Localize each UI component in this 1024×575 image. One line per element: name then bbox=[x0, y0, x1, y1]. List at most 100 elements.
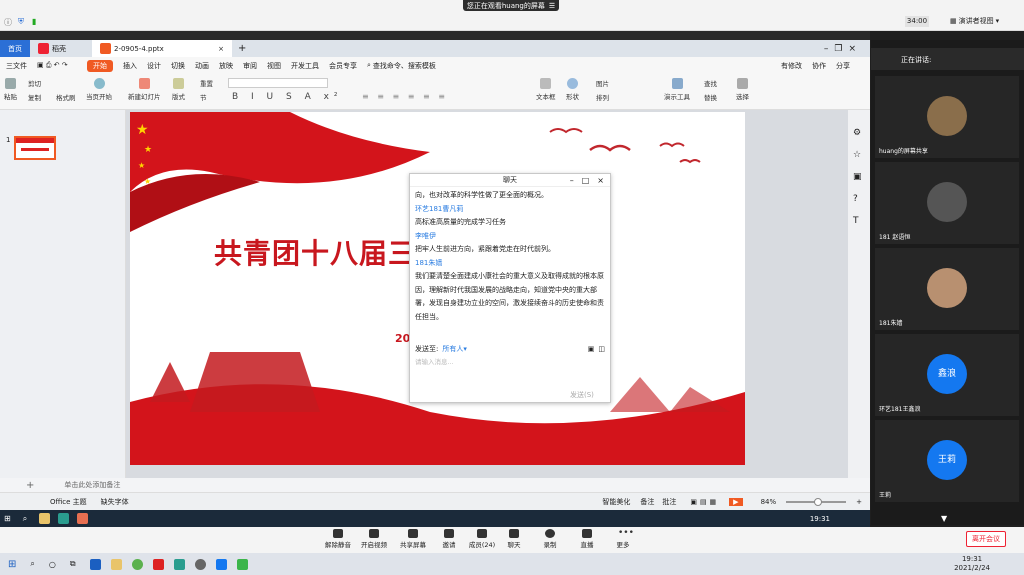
image-icon[interactable]: ▣ bbox=[853, 172, 862, 182]
maximize-icon[interactable]: □ bbox=[582, 174, 590, 187]
theme-label[interactable]: Office 主题 bbox=[50, 497, 87, 507]
pdf-icon[interactable] bbox=[152, 558, 164, 570]
start-video-button[interactable]: 开启视频 bbox=[357, 529, 391, 549]
invite-button[interactable]: 邀请 bbox=[432, 529, 466, 549]
settings-icon[interactable]: ⚙ bbox=[853, 128, 861, 138]
windows-icon[interactable]: ⊞ bbox=[8, 559, 16, 570]
image-icon[interactable]: ▣ bbox=[588, 345, 595, 353]
participant-tile[interactable]: 181 赵语恒 bbox=[875, 162, 1019, 244]
has-changes[interactable]: 有修改 bbox=[781, 61, 802, 71]
signal-icon[interactable]: ▮ bbox=[32, 17, 36, 26]
info-icon[interactable]: ⓘ bbox=[4, 17, 12, 28]
textbox-button[interactable]: 文本框 bbox=[536, 78, 556, 101]
participant-tile[interactable]: 鑫浪 环艺181王鑫浪 bbox=[875, 334, 1019, 416]
presenter-tools-button[interactable]: 演示工具 bbox=[664, 78, 690, 101]
layout-button[interactable]: 版式 bbox=[172, 78, 185, 101]
shape-button[interactable]: 形状 bbox=[566, 78, 579, 101]
font-select[interactable] bbox=[228, 78, 328, 88]
more-button[interactable]: ••• 更多 bbox=[606, 529, 640, 550]
menu-design[interactable]: 设计 bbox=[147, 61, 161, 71]
minimize-icon[interactable]: – bbox=[570, 174, 574, 187]
chat-header[interactable]: 聊天 – □ × bbox=[410, 174, 610, 187]
tab-document[interactable]: 2-0905-4.pptx × bbox=[92, 40, 232, 57]
task-view-icon[interactable]: ⧉ bbox=[70, 559, 76, 569]
share-button[interactable]: 分享 bbox=[836, 61, 850, 71]
participant-tile[interactable]: huang的屏幕共享 bbox=[875, 76, 1019, 158]
menu-dev[interactable]: 开发工具 bbox=[291, 61, 319, 71]
browser-icon[interactable] bbox=[131, 558, 143, 570]
view-buttons[interactable]: ▣▤▦ bbox=[690, 498, 719, 506]
close-icon[interactable]: × bbox=[597, 174, 604, 187]
arrange-button[interactable]: 排列 bbox=[596, 92, 609, 102]
browser-icon[interactable] bbox=[58, 513, 70, 524]
folder-icon[interactable] bbox=[110, 558, 122, 570]
paragraph-buttons[interactable]: ≡ ≡ ≡ ≡ ≡ ≡ bbox=[362, 92, 448, 101]
zoom-handle[interactable] bbox=[814, 497, 823, 506]
search-icon[interactable]: ⌕ bbox=[30, 559, 34, 569]
wechat-icon[interactable] bbox=[236, 558, 248, 570]
tab-daoke[interactable]: 稻壳 bbox=[30, 40, 92, 57]
reset-button[interactable]: 重置 bbox=[200, 78, 213, 88]
record-button[interactable]: 录制 bbox=[533, 529, 567, 549]
paste-button[interactable]: 粘贴 bbox=[4, 78, 17, 101]
menu-view[interactable]: 视图 bbox=[267, 61, 281, 71]
participant-tile[interactable]: 王莉 王莉 bbox=[875, 420, 1019, 502]
play-button[interactable]: ▶ bbox=[729, 497, 743, 506]
add-slide-icon[interactable]: + bbox=[26, 480, 34, 491]
new-tab-icon[interactable]: + bbox=[238, 43, 246, 54]
window-controls[interactable]: –❐× bbox=[824, 44, 862, 54]
chat-window-controls[interactable]: – □ × bbox=[570, 174, 604, 187]
menu-slideshow[interactable]: 放映 bbox=[219, 61, 233, 71]
participant-tile[interactable]: 181朱嫱 bbox=[875, 248, 1019, 330]
members-button[interactable]: 成员(24) bbox=[465, 529, 499, 549]
windows-icon[interactable]: ⊞ bbox=[4, 514, 11, 523]
comment-toggle[interactable]: 批注 bbox=[662, 497, 676, 507]
unmute-button[interactable]: 解除静音 bbox=[321, 529, 355, 549]
live-button[interactable]: 直播 bbox=[570, 529, 604, 549]
quick-access[interactable]: ▣ ⎙ ↶ ↷ bbox=[37, 61, 77, 70]
menu-start[interactable]: 开始 bbox=[87, 59, 113, 72]
start-from-current-button[interactable]: 当页开始 bbox=[86, 78, 112, 101]
smart-beautify-button[interactable]: 智能美化 bbox=[602, 497, 630, 507]
section-button[interactable]: 节 bbox=[200, 92, 207, 102]
copy-button[interactable]: 复制 bbox=[28, 92, 41, 102]
send-button[interactable]: 发送(S) bbox=[570, 390, 594, 400]
collab-button[interactable]: 协作 bbox=[812, 61, 826, 71]
chat-window[interactable]: 聊天 – □ × 向，也对改革的科学性做了更全面的概况。 环艺181曹凡莉 高标准高质… bbox=[409, 173, 611, 403]
chat-button[interactable]: 聊天 bbox=[497, 529, 531, 549]
close-icon[interactable]: × bbox=[218, 45, 224, 53]
menu-member[interactable]: 会员专享 bbox=[329, 61, 357, 71]
scroll-down-icon[interactable]: ▼ bbox=[941, 514, 947, 523]
file-icon[interactable]: ◫ bbox=[598, 345, 605, 353]
zoom-slider[interactable] bbox=[786, 497, 847, 506]
select-button[interactable]: 选择 bbox=[736, 78, 749, 101]
replace-button[interactable]: 替换 bbox=[704, 92, 717, 102]
search-icon[interactable]: ⌕ bbox=[23, 514, 27, 524]
zoom-in-icon[interactable]: + bbox=[856, 498, 862, 506]
menu-review[interactable]: 审阅 bbox=[243, 61, 257, 71]
missing-font-label[interactable]: 缺失字体 bbox=[101, 497, 129, 507]
tab-home[interactable]: 首页 bbox=[0, 40, 30, 57]
cut-button[interactable]: 剪切 bbox=[28, 78, 41, 88]
notes-bar[interactable]: + 单击此处添加备注 bbox=[0, 478, 870, 492]
cortana-icon[interactable]: ○ bbox=[49, 560, 56, 569]
share-screen-button[interactable]: 共享屏幕 bbox=[396, 529, 430, 549]
find-button[interactable]: 查找 bbox=[704, 78, 717, 88]
sharing-banner[interactable]: 您正在观看huang的屏幕 ☰ bbox=[463, 0, 559, 11]
folder-icon[interactable] bbox=[39, 513, 51, 524]
slide-thumbnail[interactable] bbox=[14, 136, 56, 160]
menu-file[interactable]: 三文件 bbox=[6, 61, 27, 71]
star-icon[interactable]: ☆ bbox=[853, 150, 861, 160]
app-icon[interactable] bbox=[89, 558, 101, 570]
speaker-view-button[interactable]: ▦ 演讲者视图 ▾ bbox=[950, 16, 999, 26]
help-icon[interactable]: ? bbox=[853, 194, 858, 204]
notes-toggle[interactable]: 备注 bbox=[640, 497, 654, 507]
format-painter-button[interactable]: 格式刷 bbox=[56, 92, 76, 102]
font-style-buttons[interactable]: B I U S A x² bbox=[232, 92, 343, 102]
leave-meeting-button[interactable]: 离开会议 bbox=[966, 531, 1006, 547]
search-box[interactable]: ⌕ 查找命令、搜索模板 bbox=[367, 61, 436, 71]
text-icon[interactable]: T bbox=[853, 216, 859, 226]
menu-animation[interactable]: 动画 bbox=[195, 61, 209, 71]
app-icon[interactable] bbox=[194, 558, 206, 570]
shield-icon[interactable]: ⛨ bbox=[18, 17, 24, 27]
